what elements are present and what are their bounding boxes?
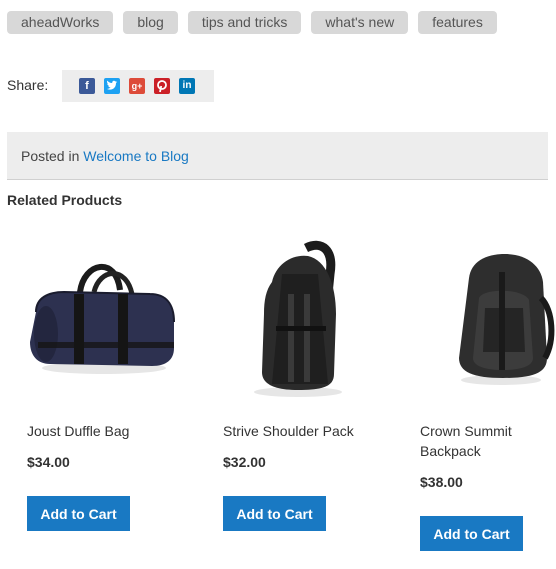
share-buttons: f g+ in [62,70,214,102]
share-label: Share: [7,77,49,93]
tag-tips-and-tricks[interactable]: tips and tricks [187,11,302,34]
product-name[interactable]: Crown Summit Backpack [420,421,550,461]
posted-in-label: Posted in [21,148,80,164]
google-plus-icon[interactable]: g+ [129,78,145,94]
pinterest-icon[interactable] [154,78,170,94]
facebook-icon[interactable]: f [79,78,95,94]
related-products-title: Related Products [7,192,123,208]
crown-summit-backpack-image[interactable] [449,248,556,388]
twitter-icon[interactable] [104,78,120,94]
tag-aheadworks[interactable]: aheadWorks [7,11,114,34]
posted-in-bar: Posted in Welcome to Blog [7,132,548,180]
tag-list: aheadWorks blog tips and tricks what's n… [7,11,497,34]
add-to-cart-button[interactable]: Add to Cart [420,516,523,551]
product-price: $34.00 [27,454,70,470]
linkedin-icon[interactable]: in [179,78,195,94]
strive-shoulder-pack-image[interactable] [236,234,366,399]
category-link[interactable]: Welcome to Blog [83,148,189,164]
product-name[interactable]: Joust Duffle Bag [27,421,129,441]
tag-blog[interactable]: blog [123,11,178,34]
product-price: $32.00 [223,454,266,470]
product-price: $38.00 [420,474,463,490]
add-to-cart-button[interactable]: Add to Cart [223,496,326,531]
tag-features[interactable]: features [418,11,497,34]
product-name[interactable]: Strive Shoulder Pack [223,421,354,441]
add-to-cart-button[interactable]: Add to Cart [27,496,130,531]
joust-duffle-bag-image[interactable] [20,242,180,382]
tag-whats-new[interactable]: what's new [311,11,409,34]
